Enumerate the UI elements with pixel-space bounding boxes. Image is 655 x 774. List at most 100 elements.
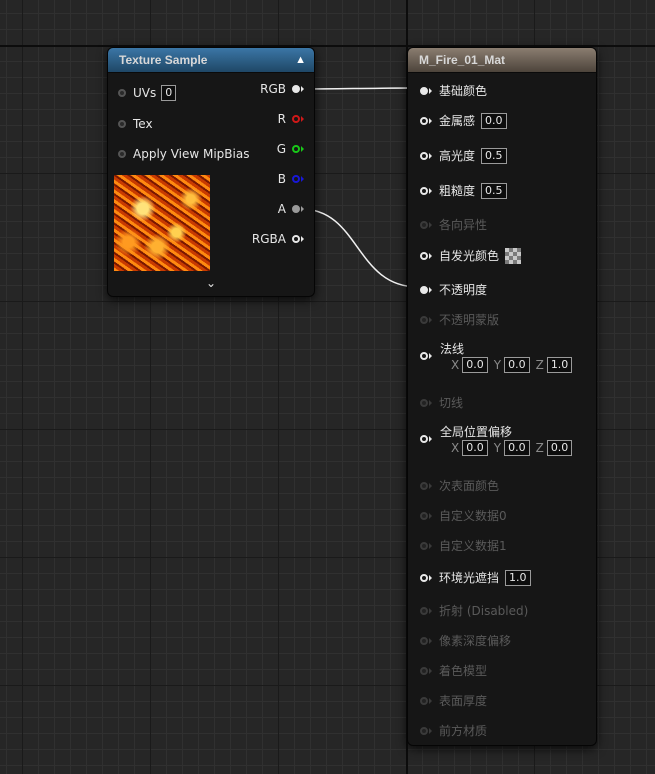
- material-pin-ambient-occlusion[interactable]: 环境光遮挡 1.0: [420, 569, 531, 586]
- material-pin-refraction[interactable]: 折射 (Disabled): [420, 602, 528, 619]
- pin-icon[interactable]: [420, 726, 428, 735]
- input-pin-uvs[interactable]: UVs 0: [118, 85, 177, 101]
- normal-x-field[interactable]: 0.0: [462, 357, 488, 373]
- pin-icon[interactable]: [420, 666, 428, 675]
- ambient-occlusion-value-field[interactable]: 1.0: [505, 569, 531, 586]
- pin-icon[interactable]: [420, 481, 428, 490]
- pin-label: 自定义数据0: [439, 509, 507, 523]
- material-pin-specular[interactable]: 高光度 0.5: [420, 147, 507, 164]
- material-pin-emissive-color[interactable]: 自发光颜色: [420, 247, 522, 264]
- pin-label: 前方材质: [439, 724, 488, 738]
- pin-label: 切线: [439, 396, 464, 410]
- material-pin-opacity-mask[interactable]: 不透明蒙版: [420, 311, 499, 328]
- pin-arrow-icon: [429, 542, 432, 549]
- material-pin-pixel-depth-offset[interactable]: 像素深度偏移: [420, 632, 511, 649]
- pin-icon[interactable]: [420, 86, 428, 95]
- pin-label: 金属感: [439, 114, 476, 128]
- axis-label: Z: [535, 358, 544, 372]
- emissive-color-swatch[interactable]: [505, 247, 522, 264]
- pin-arrow-icon: [429, 117, 432, 124]
- material-pin-custom-data-0[interactable]: 自定义数据0: [420, 507, 507, 524]
- pin-label: 像素深度偏移: [439, 634, 512, 648]
- pin-icon[interactable]: [420, 696, 428, 705]
- roughness-value-field[interactable]: 0.5: [481, 182, 507, 199]
- wpo-y-field[interactable]: 0.0: [504, 440, 530, 456]
- uvs-value-field[interactable]: 0: [161, 85, 177, 101]
- material-node-header[interactable]: M_Fire_01_Mat: [408, 48, 596, 73]
- pin-icon[interactable]: [292, 145, 300, 153]
- material-pin-surface-thickness[interactable]: 表面厚度: [420, 692, 487, 709]
- pin-icon[interactable]: [420, 220, 428, 229]
- pin-icon[interactable]: [118, 89, 126, 97]
- material-pin-anisotropy[interactable]: 各向异性: [420, 216, 487, 233]
- material-pin-world-position-offset[interactable]: [420, 435, 432, 443]
- chevron-up-icon[interactable]: ▲: [295, 48, 306, 72]
- axis-label: Z: [535, 441, 544, 455]
- pin-icon[interactable]: [420, 606, 428, 615]
- pin-icon[interactable]: [420, 251, 428, 260]
- pin-label: 次表面颜色: [439, 479, 500, 493]
- output-pin-rgb[interactable]: RGB: [260, 82, 304, 96]
- pin-label: 表面厚度: [439, 694, 488, 708]
- material-pin-front-material[interactable]: 前方材质: [420, 722, 487, 739]
- pin-arrow-icon: [429, 667, 432, 674]
- pin-icon[interactable]: [292, 115, 300, 123]
- pin-arrow-icon: [429, 152, 432, 159]
- pin-arrow-icon: [429, 512, 432, 519]
- pin-icon[interactable]: [292, 235, 300, 243]
- material-pin-metallic[interactable]: 金属感 0.0: [420, 112, 507, 129]
- pin-label: 着色模型: [439, 664, 488, 678]
- pin-arrow-icon: [301, 176, 304, 182]
- pin-icon[interactable]: [420, 541, 428, 550]
- pin-icon[interactable]: [420, 151, 428, 160]
- pin-label: 不透明度: [439, 283, 488, 297]
- pin-icon[interactable]: [420, 636, 428, 645]
- pin-label-apply-view-mipbias: Apply View MipBias: [133, 147, 250, 161]
- chevron-down-icon[interactable]: ⌄: [108, 276, 314, 290]
- normal-y-field[interactable]: 0.0: [504, 357, 530, 373]
- output-pin-a[interactable]: A: [278, 202, 304, 216]
- output-pin-b[interactable]: B: [278, 172, 304, 186]
- normal-z-field[interactable]: 1.0: [546, 357, 573, 373]
- pin-label: 法线: [440, 342, 465, 356]
- input-pin-tex[interactable]: Tex: [118, 117, 153, 131]
- pin-icon[interactable]: [420, 315, 428, 324]
- pin-icon[interactable]: [292, 205, 300, 213]
- pin-label: 折射 (Disabled): [439, 604, 529, 618]
- material-pin-opacity[interactable]: 不透明度: [420, 281, 487, 298]
- output-pin-g[interactable]: G: [277, 142, 304, 156]
- pin-label: 环境光遮挡: [439, 571, 500, 585]
- specular-value-field[interactable]: 0.5: [481, 147, 507, 164]
- pin-icon[interactable]: [420, 116, 428, 125]
- material-pin-normal[interactable]: [420, 352, 432, 360]
- pin-icon[interactable]: [420, 352, 428, 360]
- pin-icon[interactable]: [420, 398, 428, 407]
- pin-icon[interactable]: [292, 175, 300, 183]
- material-pin-base-color[interactable]: 基础颜色: [420, 82, 487, 99]
- pin-icon[interactable]: [420, 435, 428, 443]
- wpo-z-field[interactable]: 0.0: [546, 440, 573, 456]
- texture-sample-header[interactable]: Texture Sample ▲: [108, 48, 314, 73]
- material-pin-roughness[interactable]: 粗糙度 0.5: [420, 182, 507, 199]
- pin-icon[interactable]: [118, 120, 126, 128]
- pin-arrow-icon: [429, 87, 432, 94]
- material-pin-subsurface-color[interactable]: 次表面颜色: [420, 477, 499, 494]
- material-pin-shading-model[interactable]: 着色模型: [420, 662, 487, 679]
- material-pin-tangent[interactable]: 切线: [420, 394, 463, 411]
- output-pin-r[interactable]: R: [278, 112, 304, 126]
- texture-sample-node[interactable]: Texture Sample ▲ UVs 0 Tex Apply View Mi…: [107, 47, 315, 297]
- pin-icon[interactable]: [118, 150, 126, 158]
- metallic-value-field[interactable]: 0.0: [481, 112, 507, 129]
- pin-icon[interactable]: [420, 186, 428, 195]
- pin-icon[interactable]: [420, 573, 428, 582]
- material-pin-custom-data-1[interactable]: 自定义数据1: [420, 537, 507, 554]
- pin-icon[interactable]: [420, 511, 428, 520]
- material-result-node[interactable]: M_Fire_01_Mat 基础颜色 金属感 0.0 高光度 0.5 粗糙度 0…: [407, 47, 597, 746]
- pin-label-r: R: [277, 112, 286, 126]
- pin-icon[interactable]: [292, 85, 300, 93]
- input-pin-apply-view-mipbias[interactable]: Apply View MipBias: [118, 147, 249, 161]
- pin-icon[interactable]: [420, 285, 428, 294]
- wpo-x-field[interactable]: 0.0: [462, 440, 488, 456]
- output-pin-rgba[interactable]: RGBA: [252, 232, 304, 246]
- pin-arrow-icon: [301, 206, 304, 212]
